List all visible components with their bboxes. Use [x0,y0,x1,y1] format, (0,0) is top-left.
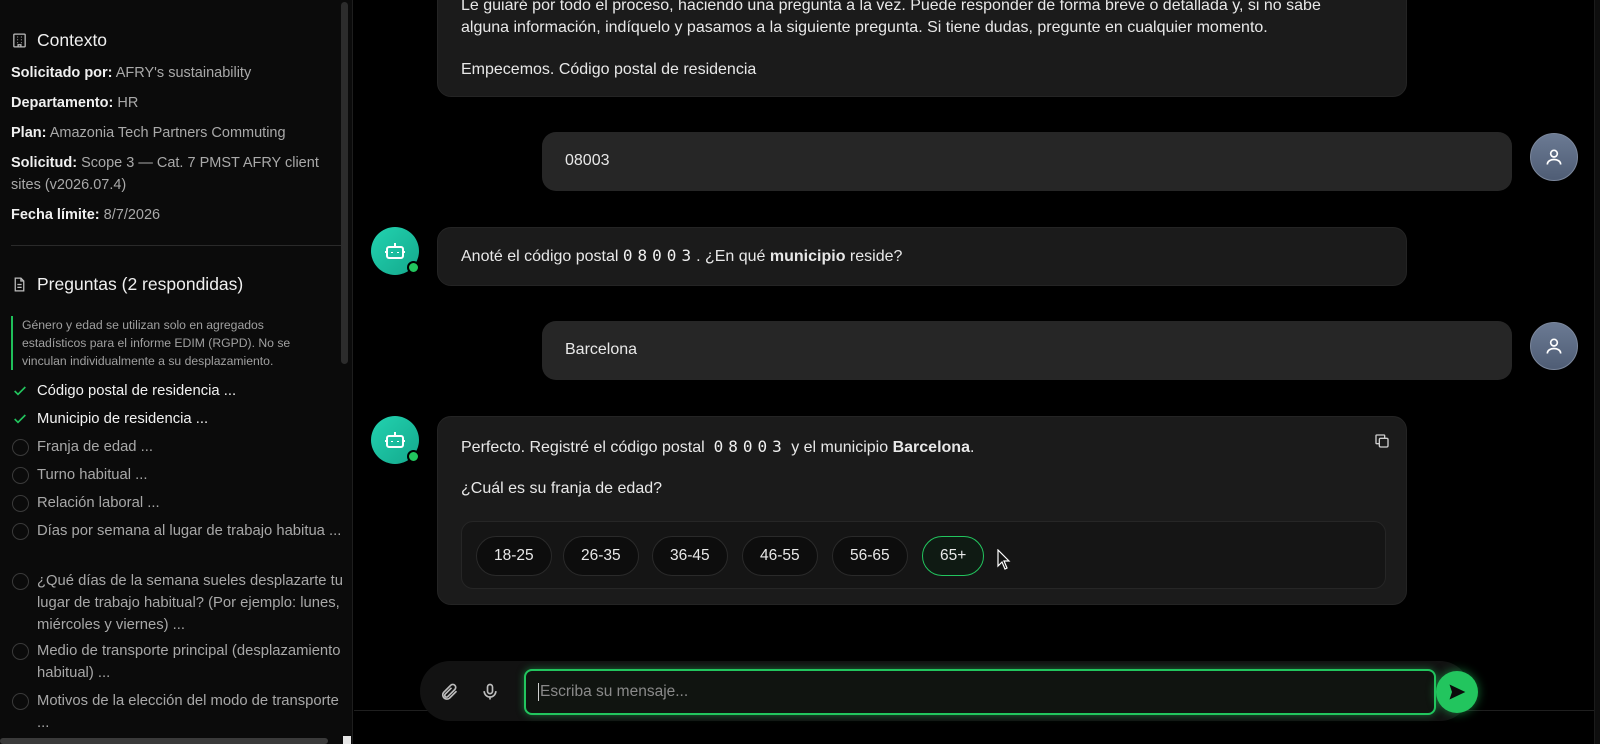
bot-message-1: Anoté el código postal 08003. ¿En qué mu… [437,227,1407,286]
main-scrollbar[interactable] [1594,0,1600,744]
bot-message-2: Perfecto. Registré el código postal 0800… [437,416,1407,605]
age-option-button[interactable]: 18-25 [476,536,552,576]
question-item[interactable]: Turno habitual ... [11,464,346,486]
user-icon [1546,149,1562,165]
question-item[interactable]: ¿Qué días de la semana sueles desplazart… [11,570,346,636]
bot-avatar [371,416,420,464]
check-icon [11,410,29,428]
context-title: Contexto [37,30,108,50]
bot-message-intro: Le guiaré por todo el proceso, haciendo … [437,0,1407,97]
user-avatar [1530,133,1578,181]
privacy-note: Género y edad se utilizan solo en agrega… [11,316,331,370]
age-option-button[interactable]: 36-45 [652,536,728,576]
bot-message-text: Anoté el código postal 08003. ¿En qué mu… [461,246,903,265]
question-label: Relación laboral ... [37,495,160,511]
question-label: Franja de edad ... [37,439,153,455]
field-request: Solicitud: Scope 3 — Cat. 7 PMST AFRY cl… [11,155,319,193]
age-option-button[interactable]: 46-55 [742,536,818,576]
age-option-button[interactable]: 65+ [922,536,985,576]
copy-icon[interactable] [1374,433,1390,449]
message-input[interactable]: Escriba su mensaje... [524,669,1436,715]
circle-icon [11,572,29,590]
context-header: Contexto [11,30,107,51]
question-label: Municipio de residencia ... [37,411,209,427]
circle-icon [11,438,29,456]
question-item[interactable]: Días por semana al lugar de trabajo habi… [11,520,346,542]
microphone-button[interactable] [479,681,501,703]
user-message-1: 08003 [542,132,1512,191]
online-indicator [407,450,420,463]
user-message-2: Barcelona [542,321,1512,380]
circle-icon [11,466,29,484]
document-icon [14,277,25,292]
question-label: Código postal de residencia ... [37,383,237,399]
question-label: Motivos de la elección del modo de trans… [37,693,339,731]
message-placeholder: Escriba su mensaje... [540,683,689,700]
paperclip-icon [441,683,458,700]
sidebar-scrollbar[interactable] [341,2,348,364]
field-requested-by: Solicitado por: AFRY's sustainability [11,65,252,81]
bot-message-text: Perfecto. Registré el código postal 0800… [461,437,975,456]
intro-line-3: Empecemos. Código postal de residencia [461,61,757,78]
questions-title: Preguntas (2 respondidas) [37,274,244,294]
scroll-corner [343,736,351,744]
user-avatar [1530,322,1578,370]
circle-icon [11,494,29,512]
attach-button[interactable] [438,681,460,703]
postal-code: 08003 [713,437,787,456]
question-item[interactable]: Motivos de la elección del modo de trans… [11,690,346,734]
question-label: Días por semana al lugar de trabajo habi… [37,523,342,539]
intro-line-2: alguna información, indíquelo y pasamos … [461,19,1268,36]
sidebar: Contexto Solicitado por: AFRY's sustaina… [0,0,353,744]
user-message-text: 08003 [565,152,610,169]
question-item[interactable]: Medio de transporte principal (desplazam… [11,640,346,684]
intro-line-1: Le guiaré por todo el proceso, haciendo … [461,0,1321,14]
questions-header: Preguntas (2 respondidas) [11,274,243,295]
robot-icon [385,432,405,448]
question-item[interactable]: Código postal de residencia ... [11,380,346,402]
user-icon [1546,338,1562,354]
building-icon [13,33,26,48]
send-icon [1449,684,1466,700]
online-indicator [407,261,420,274]
age-option-button[interactable]: 56-65 [832,536,908,576]
age-options: 18-25 26-35 36-45 46-55 56-65 65+ [461,521,1386,589]
question-item[interactable]: Relación laboral ... [11,492,346,514]
sidebar-horizontal-scrollbar[interactable] [0,738,328,744]
question-label: ¿Qué días de la semana sueles desplazart… [37,573,343,633]
bot-avatar [371,227,420,275]
robot-icon [385,243,405,259]
microphone-icon [483,683,497,700]
text-caret [538,683,539,701]
user-message-text: Barcelona [565,341,638,358]
divider [11,245,343,246]
question-item[interactable]: Municipio de residencia ... [11,408,346,430]
question-label: Turno habitual ... [37,467,148,483]
circle-icon [11,692,29,710]
field-department: Departamento: HR [11,95,139,111]
mouse-pointer-icon [997,549,1011,570]
age-option-button[interactable]: 26-35 [563,536,639,576]
age-question: ¿Cuál es su franja de edad? [461,480,663,497]
check-icon [11,382,29,400]
question-item[interactable]: Franja de edad ... [11,436,346,458]
send-button[interactable] [1436,671,1478,713]
field-deadline: Fecha límite: 8/7/2026 [11,207,161,223]
circle-icon [11,522,29,540]
field-plan: Plan: Amazonia Tech Partners Commuting [11,125,286,141]
postal-code: 08003 [622,246,697,265]
circle-icon [11,642,29,660]
question-label: Medio de transporte principal (desplazam… [37,643,341,681]
